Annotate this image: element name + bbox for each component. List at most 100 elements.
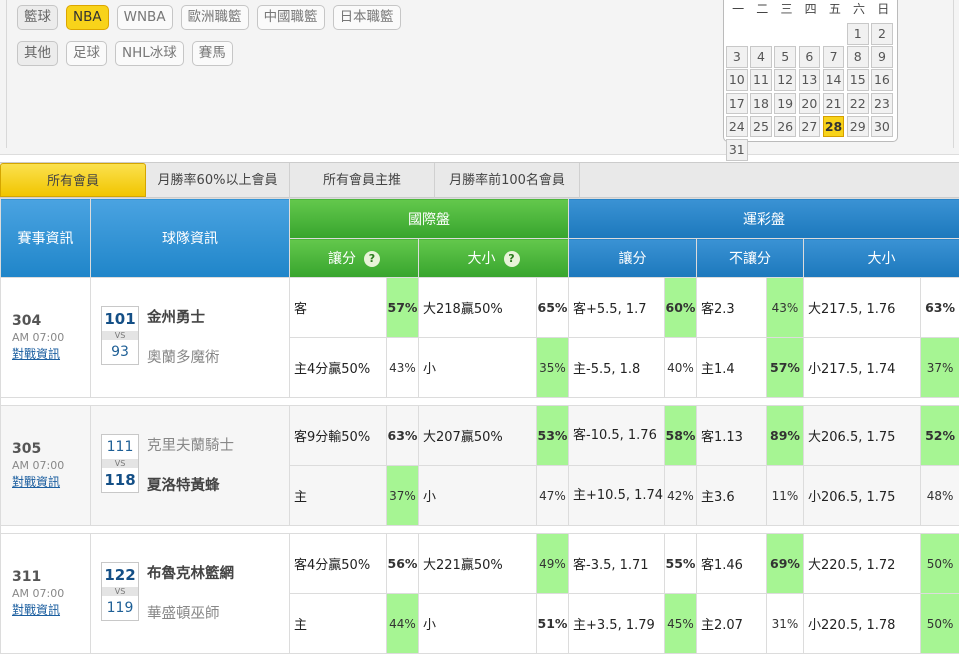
panel-border-left: [6, 0, 7, 148]
calendar-day[interactable]: 20: [799, 93, 821, 115]
home-team-name[interactable]: 華盛頓巫師: [147, 602, 220, 623]
intl-handicap-value: 客: [290, 278, 387, 338]
matchup-info-link[interactable]: 對戰資訊: [12, 345, 60, 362]
lottery-handicap-value: 主+3.5, 1.79: [569, 594, 665, 654]
lottery-no-handicap-percent: 11%: [767, 466, 804, 526]
lottery-over-under-percent: 37%: [921, 338, 959, 398]
home-team-name[interactable]: 夏洛特黃蜂: [147, 474, 220, 495]
filter-option[interactable]: NHL冰球: [115, 41, 184, 66]
intl-handicap-label: 讓分: [328, 251, 356, 267]
intl-handicap-percent: 43%: [387, 338, 419, 398]
calendar-day[interactable]: 21: [823, 93, 845, 115]
lottery-handicap-percent: 58%: [665, 406, 697, 466]
calendar-day[interactable]: 23: [871, 93, 893, 115]
calendar-day[interactable]: 27: [799, 116, 821, 138]
lottery-no-handicap-value: 主3.6: [697, 466, 767, 526]
calendar-weekday: 五: [823, 0, 847, 17]
score-box: 101VS93: [101, 306, 139, 365]
calendar-day[interactable]: 17: [726, 93, 748, 115]
lottery-over-under-value: 小220.5, 1.78: [804, 594, 921, 654]
filter-option[interactable]: 賽馬: [192, 41, 233, 66]
calendar-day[interactable]: 16: [871, 69, 893, 91]
away-team-name[interactable]: 金州勇士: [147, 306, 205, 327]
tab-member-filter[interactable]: 月勝率60%以上會員: [146, 163, 290, 198]
calendar-day[interactable]: 24: [726, 116, 748, 138]
calendar-day[interactable]: 29: [847, 116, 869, 138]
away-team-name[interactable]: 布魯克林籃網: [147, 562, 234, 583]
calendar-day[interactable]: 4: [750, 46, 772, 68]
calendar-day[interactable]: 18: [750, 93, 772, 115]
calendar-day[interactable]: 11: [750, 69, 772, 91]
intl-over-under-percent: 51%: [537, 594, 569, 654]
calendar-day[interactable]: 10: [726, 69, 748, 91]
calendar-day[interactable]: 2: [871, 23, 893, 45]
calendar-day[interactable]: 19: [774, 93, 796, 115]
row-spacer-cell: [1, 398, 959, 406]
home-score: 93: [102, 340, 138, 364]
home-team-name[interactable]: 奧蘭多魔術: [147, 346, 220, 367]
calendar-day[interactable]: 9: [871, 46, 893, 68]
filter-option[interactable]: 足球: [66, 41, 107, 66]
intl-over-under-header: 大小?: [419, 239, 569, 278]
filter-option[interactable]: 日本職籃: [333, 5, 401, 30]
tab-member-filter[interactable]: 所有會員: [0, 163, 146, 197]
calendar-day[interactable]: 25: [750, 116, 772, 138]
filter-group-label: 其他: [17, 41, 58, 66]
calendar-day[interactable]: 26: [774, 116, 796, 138]
calendar-day[interactable]: 14: [823, 69, 845, 91]
lottery-over-under-value: 大217.5, 1.76: [804, 278, 921, 338]
calendar-day[interactable]: 28: [823, 116, 845, 138]
lottery-handicap-value: 主-5.5, 1.8: [569, 338, 665, 398]
intl-handicap-percent: 37%: [387, 466, 419, 526]
calendar-day[interactable]: 22: [847, 93, 869, 115]
lottery-no-handicap-percent: 31%: [767, 594, 804, 654]
filter-option[interactable]: NBA: [66, 5, 109, 30]
calendar-blank: [823, 23, 845, 45]
sport-lottery-header: 運彩盤: [569, 199, 959, 239]
away-score: 122: [102, 563, 138, 587]
away-team-name[interactable]: 克里夫蘭騎士: [147, 434, 234, 455]
filter-option[interactable]: 中國職籃: [257, 5, 325, 30]
matchup-info-link[interactable]: 對戰資訊: [12, 473, 60, 490]
tab-member-filter[interactable]: 月勝率前100名會員: [435, 163, 580, 198]
filter-option[interactable]: 歐洲職籃: [181, 5, 249, 30]
calendar-day[interactable]: 13: [799, 69, 821, 91]
intl-handicap-value: 主: [290, 466, 387, 526]
calendar-day[interactable]: 8: [847, 46, 869, 68]
filter-option[interactable]: WNBA: [117, 5, 173, 30]
calendar-day[interactable]: 3: [726, 46, 748, 68]
matchup-info-link[interactable]: 對戰資訊: [12, 601, 60, 618]
home-score: 119: [102, 596, 138, 620]
lottery-no-handicap-value: 客2.3: [697, 278, 767, 338]
calendar-day[interactable]: 31: [726, 139, 748, 161]
calendar-day[interactable]: 12: [774, 69, 796, 91]
lottery-handicap-percent: 55%: [665, 534, 697, 594]
lottery-handicap-header: 讓分: [569, 239, 697, 278]
calendar-day[interactable]: 5: [774, 46, 796, 68]
game-code: 304: [12, 313, 90, 329]
row-spacer-cell: [1, 526, 959, 534]
vs-label: VS: [102, 587, 138, 596]
lottery-no-handicap-header: 不讓分: [697, 239, 804, 278]
calendar-day[interactable]: 1: [847, 23, 869, 45]
lottery-handicap-value: 客-3.5, 1.71: [569, 534, 665, 594]
calendar-weekday: 日: [871, 0, 895, 17]
help-icon[interactable]: ?: [364, 251, 380, 267]
calendar-day[interactable]: 7: [823, 46, 845, 68]
calendar-day[interactable]: 30: [871, 116, 893, 138]
lottery-over-under-percent: 52%: [921, 406, 959, 466]
lottery-no-handicap-percent: 69%: [767, 534, 804, 594]
calendar-weekday: 二: [750, 0, 774, 17]
away-score: 101: [102, 307, 138, 331]
odds-table: 賽事資訊 球隊資訊 國際盤 運彩盤 讓分? 大小? 讓分 不讓分 大小 304A…: [0, 198, 959, 654]
help-icon[interactable]: ?: [504, 251, 520, 267]
intl-handicap-percent: 44%: [387, 594, 419, 654]
home-score: 118: [102, 468, 138, 492]
calendar-day-grid: 1234567891011121314151617181920212223242…: [726, 23, 893, 161]
calendar-day[interactable]: 6: [799, 46, 821, 68]
lottery-over-under-percent: 48%: [921, 466, 959, 526]
lottery-no-handicap-value: 主1.4: [697, 338, 767, 398]
team-info-header: 球隊資訊: [91, 199, 290, 278]
tab-member-filter[interactable]: 所有會員主推: [290, 163, 435, 198]
calendar-day[interactable]: 15: [847, 69, 869, 91]
